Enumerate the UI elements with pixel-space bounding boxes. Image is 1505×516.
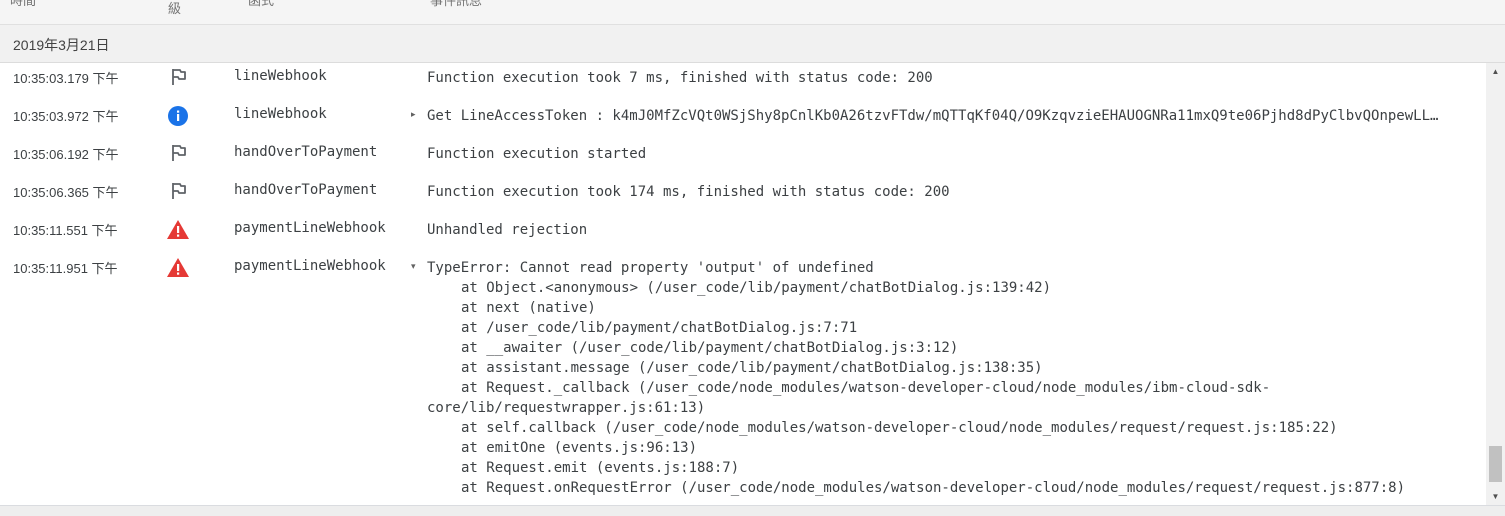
date-group-header: 2019年3月21日 [0,25,1505,63]
stack-line: at Request._callback (/user_code/node_mo… [461,380,1271,396]
log-row[interactable]: 10:35:11.551 下午 paymentLineWebhook Unhan… [0,215,1486,253]
column-header-time[interactable]: 時間 [10,0,36,9]
bottom-border [0,505,1505,516]
log-list: 10:35:03.179 下午 lineWebhook Function exe… [0,63,1486,505]
log-row[interactable]: 10:35:03.179 下午 lineWebhook Function exe… [0,63,1486,101]
log-message: Unhandled rejection [427,222,588,238]
log-function: handOverToPayment [234,144,378,160]
scroll-up-arrow-icon[interactable]: ▲ [1486,63,1505,80]
log-function: handOverToPayment [234,182,378,198]
log-function: paymentLineWebhook [234,220,386,236]
stack-line: at assistant.message (/user_code/lib/pay… [461,360,1043,376]
vertical-scrollbar[interactable]: ▲ ▼ [1486,63,1505,505]
date-group-label: 2019年3月21日 [13,37,110,53]
stack-trace: at Object.<anonymous> (/user_code/lib/pa… [427,278,1447,498]
stack-line-wrap: core/lib/requestwrapper.js:61:13) [427,400,706,416]
log-table-header: 時間 級 函式 事件訊息 [0,0,1505,25]
stack-line: at __awaiter (/user_code/lib/payment/cha… [461,340,959,356]
flag-icon [166,180,190,202]
expand-caret-icon[interactable]: ▸ [411,109,419,119]
stack-line: at Object.<anonymous> (/user_code/lib/pa… [461,280,1052,296]
column-header-function[interactable]: 函式 [248,0,274,9]
log-row[interactable]: 10:35:06.365 下午 handOverToPayment Functi… [0,177,1486,215]
stack-line: at /user_code/lib/payment/chatBotDialog.… [461,320,858,336]
log-message: Function execution took 7 ms, finished w… [427,70,933,86]
stack-line: at emitOne (events.js:96:13) [461,440,698,456]
column-header-message[interactable]: 事件訊息 [430,0,482,9]
log-timestamp: 10:35:03.179 下午 [13,71,119,86]
log-message: Get LineAccessToken : k4mJ0MfZcVQt0WSjSh… [427,108,1442,124]
log-function: lineWebhook [234,68,327,84]
stack-line: at self.callback (/user_code/node_module… [461,420,1338,436]
stack-line: at Request.emit (events.js:188:7) [461,460,740,476]
log-timestamp: 10:35:06.365 下午 [13,185,119,200]
log-message: Function execution started [427,146,647,162]
info-icon [166,104,190,126]
log-message: TypeError: Cannot read property 'output'… [427,260,874,276]
log-function: paymentLineWebhook [234,258,386,274]
log-timestamp: 10:35:03.972 下午 [13,109,119,124]
stack-line: at next (native) [461,300,596,316]
error-icon [166,218,190,240]
column-header-level[interactable]: 級 [168,0,181,17]
log-row[interactable]: 10:35:06.192 下午 handOverToPayment Functi… [0,139,1486,177]
error-icon [166,256,190,278]
scroll-down-arrow-icon[interactable]: ▼ [1486,488,1505,505]
flag-icon [166,142,190,164]
log-timestamp: 10:35:06.192 下午 [13,147,119,162]
stack-line: at Request.onRequestError (/user_code/no… [461,480,1406,496]
log-message: Function execution took 174 ms, finished… [427,184,950,200]
log-timestamp: 10:35:11.551 下午 [13,223,118,238]
log-row-expanded[interactable]: 10:35:11.951 下午 paymentLineWebhook ▾ Typ… [0,253,1486,505]
log-row[interactable]: 10:35:03.972 下午 lineWebhook ▸ Get LineAc… [0,101,1486,139]
scrollbar-thumb[interactable] [1489,446,1502,482]
flag-icon [166,66,190,88]
log-timestamp: 10:35:11.951 下午 [13,261,118,276]
collapse-caret-icon[interactable]: ▾ [411,261,419,271]
log-function: lineWebhook [234,106,327,122]
